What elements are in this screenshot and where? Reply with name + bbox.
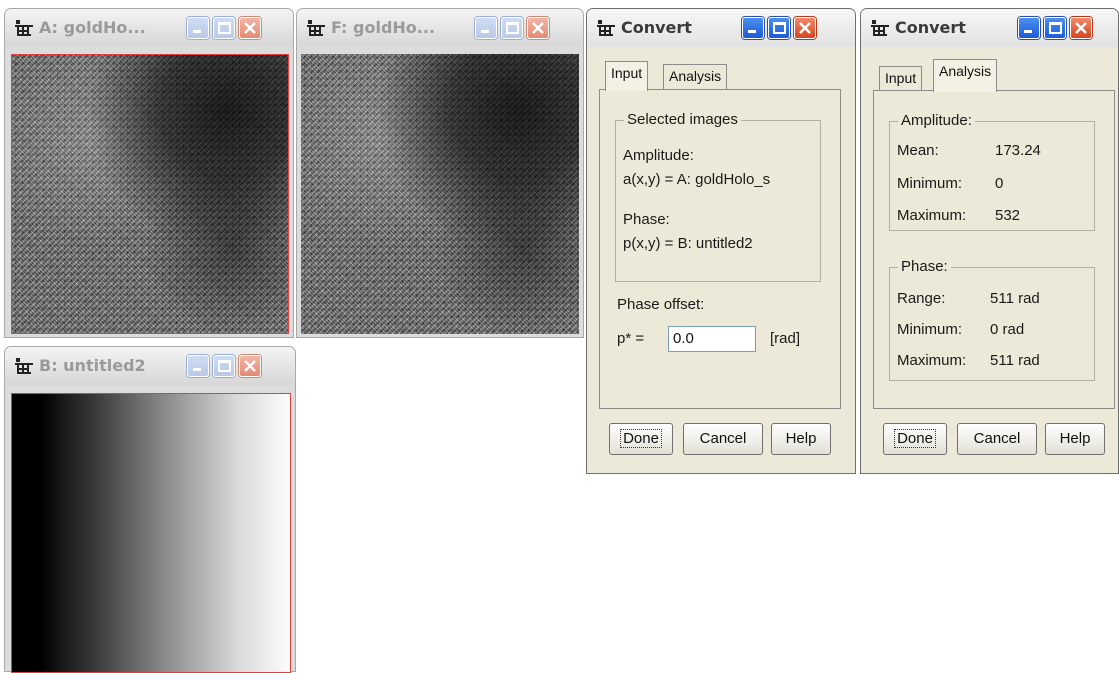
image-window-b[interactable]: B: untitled2 (4, 346, 296, 673)
window-title: B: untitled2 (39, 356, 146, 375)
amplitude-maximum-label: Maximum: (897, 207, 967, 224)
help-label: Help (1059, 430, 1091, 447)
maximize-button[interactable] (213, 17, 235, 39)
cancel-label: Cancel (699, 430, 747, 447)
phase-legend: Phase: (898, 258, 951, 275)
minimize-icon (193, 30, 201, 33)
selected-images-group: Selected images Amplitude: a(x,y) = A: g… (615, 111, 821, 282)
minimize-button[interactable] (187, 17, 209, 39)
help-button[interactable]: Help (1045, 423, 1105, 455)
phase-offset-input[interactable]: 0.0 (668, 326, 756, 352)
phase-group: Phase: Range: 511 rad Minimum: 0 rad Max… (889, 258, 1095, 381)
cancel-label: Cancel (973, 430, 1021, 447)
window-title: A: goldHo... (39, 18, 146, 37)
minimize-button[interactable] (742, 17, 764, 39)
close-icon (799, 22, 811, 34)
dialog-title: Convert (895, 18, 966, 37)
phase-minimum-label: Minimum: (897, 321, 963, 338)
minimize-button[interactable] (1018, 17, 1040, 39)
amplitude-minimum-label: Minimum: (897, 175, 963, 192)
phase-maximum-label: Maximum: (897, 352, 967, 369)
imagej-app-icon (15, 20, 33, 36)
group-legend: Selected images (624, 111, 741, 128)
phase-label: Phase: (623, 211, 670, 228)
titlebar[interactable]: A: goldHo... (5, 9, 293, 47)
maximize-icon (1049, 22, 1062, 34)
minimize-icon (748, 30, 756, 33)
help-button[interactable]: Help (771, 423, 831, 455)
phase-value: p(x,y) = B: untitled2 (623, 235, 753, 252)
minimize-icon (193, 368, 201, 371)
tab-panel: Selected images Amplitude: a(x,y) = A: g… (599, 89, 841, 409)
imagej-app-icon (307, 20, 325, 36)
maximize-button[interactable] (501, 17, 523, 39)
close-icon (244, 360, 256, 372)
dialog-title: Convert (621, 18, 692, 37)
phase-minimum-value: 0 rad (990, 321, 1025, 338)
maximize-icon (218, 360, 231, 372)
imagej-app-icon (15, 358, 33, 374)
help-label: Help (785, 430, 817, 447)
maximize-button[interactable] (213, 355, 235, 377)
titlebar[interactable]: Convert (861, 9, 1118, 47)
image-canvas[interactable] (11, 393, 291, 673)
titlebar[interactable]: Convert (587, 9, 855, 47)
mean-label: Mean: (897, 142, 939, 159)
phase-offset-label: Phase offset: (617, 296, 705, 313)
done-label: Done (894, 429, 936, 448)
imagej-app-icon (871, 20, 889, 36)
close-button[interactable] (1070, 17, 1092, 39)
maximize-icon (506, 22, 519, 34)
maximize-icon (218, 22, 231, 34)
phase-offset-unit: [rad] (770, 330, 801, 347)
amplitude-group: Amplitude: Mean: 173.24 Minimum: 0 Maxim… (889, 112, 1095, 231)
titlebar[interactable]: F: goldHo... (297, 9, 583, 47)
imagej-app-icon (597, 20, 615, 36)
close-icon (1075, 22, 1087, 34)
convert-dialog-analysis[interactable]: Convert Input Analysis Amplitude: Mean: … (860, 8, 1119, 474)
close-button[interactable] (527, 17, 549, 39)
window-title: F: goldHo... (331, 18, 436, 37)
phase-offset-prefix: p* = (617, 330, 645, 347)
done-label: Done (620, 429, 662, 448)
tab-analysis[interactable]: Analysis (663, 64, 728, 91)
range-label: Range: (897, 290, 946, 307)
maximize-button[interactable] (768, 17, 790, 39)
image-canvas[interactable] (11, 54, 289, 334)
done-button[interactable]: Done (883, 423, 947, 455)
amplitude-value: a(x,y) = A: goldHolo_s (623, 171, 771, 188)
close-button[interactable] (239, 355, 261, 377)
done-button[interactable]: Done (609, 423, 673, 455)
tab-panel: Amplitude: Mean: 173.24 Minimum: 0 Maxim… (873, 90, 1115, 409)
image-canvas[interactable] (301, 54, 579, 334)
maximize-icon (773, 22, 786, 34)
cancel-button[interactable]: Cancel (683, 423, 763, 455)
amplitude-maximum-value: 532 (995, 207, 1021, 224)
minimize-button[interactable] (475, 17, 497, 39)
close-button[interactable] (239, 17, 261, 39)
close-icon (244, 22, 256, 34)
tab-analysis[interactable]: Analysis (933, 59, 998, 92)
image-window-f[interactable]: F: goldHo... (296, 8, 584, 338)
close-icon (532, 22, 544, 34)
phase-maximum-value: 511 rad (990, 352, 1040, 369)
range-value: 511 rad (990, 290, 1040, 307)
amplitude-label: Amplitude: (623, 147, 694, 164)
image-window-a[interactable]: A: goldHo... (4, 8, 294, 338)
cancel-button[interactable]: Cancel (957, 423, 1037, 455)
tab-input[interactable]: Input (879, 66, 923, 92)
convert-dialog-input[interactable]: Convert Input Analysis Selected images A… (586, 8, 856, 474)
close-button[interactable] (794, 17, 816, 39)
titlebar[interactable]: B: untitled2 (5, 347, 295, 385)
minimize-icon (481, 30, 489, 33)
minimize-button[interactable] (187, 355, 209, 377)
minimize-icon (1024, 30, 1032, 33)
maximize-button[interactable] (1044, 17, 1066, 39)
mean-value: 173.24 (995, 142, 1041, 159)
tab-input[interactable]: Input (605, 61, 649, 91)
amplitude-minimum-value: 0 (995, 175, 1004, 192)
amplitude-legend: Amplitude: (898, 112, 975, 129)
